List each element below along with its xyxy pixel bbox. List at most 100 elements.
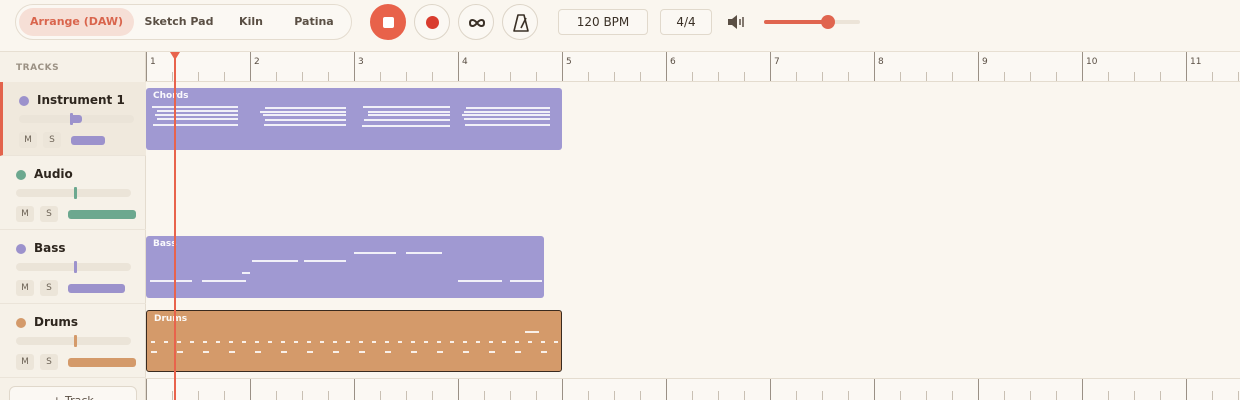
drum-hit: [151, 341, 155, 343]
beat-tick: [406, 72, 407, 81]
clip-name: Bass: [153, 239, 177, 249]
track-header[interactable]: Instrument 1 MS: [0, 82, 146, 156]
track-volume-meter[interactable]: [68, 210, 136, 219]
drum-hit: [502, 341, 506, 343]
track-name[interactable]: Bass: [34, 241, 66, 255]
record-button[interactable]: [414, 4, 450, 40]
midi-note: [362, 125, 450, 127]
pan-knob[interactable]: [73, 187, 77, 199]
beat-tick: [224, 72, 225, 81]
pan-slider[interactable]: [19, 113, 134, 125]
drum-hit: [164, 341, 168, 343]
volume-icon[interactable]: [726, 13, 748, 31]
midi-note: [252, 260, 298, 262]
drum-hit: [463, 341, 467, 343]
pan-knob[interactable]: [73, 335, 77, 347]
bar-tick: [250, 52, 251, 81]
track-header[interactable]: Bass M S: [0, 230, 146, 304]
mute-button[interactable]: M: [19, 132, 37, 148]
beat-tick: [796, 391, 797, 400]
beat-tick: [718, 72, 719, 81]
master-volume-slider[interactable]: [764, 15, 860, 29]
beat-tick: [380, 72, 381, 81]
arrange-lanes[interactable]: Chords Bass Drums: [146, 82, 1240, 400]
mute-button[interactable]: M: [16, 206, 34, 222]
track-name[interactable]: Instrument 1: [37, 93, 125, 107]
drum-hit: [372, 341, 376, 343]
midi-note: [150, 280, 192, 282]
beat-tick: [432, 72, 433, 81]
tab-kiln[interactable]: Kiln: [226, 8, 276, 36]
time-signature-display[interactable]: 4/4: [660, 9, 712, 35]
bar-number: 1: [150, 57, 156, 67]
stop-button[interactable]: [370, 4, 406, 40]
bar-number: 9: [982, 57, 988, 67]
mute-button[interactable]: M: [16, 354, 34, 370]
drum-hit: [216, 341, 220, 343]
beat-tick: [276, 391, 277, 400]
timeline-ruler[interactable]: 1 2 3 4 5 6 7 8 9 10 11: [146, 52, 1240, 82]
beat-tick: [614, 391, 615, 400]
clip-bass[interactable]: Bass: [146, 236, 545, 298]
pan-slider[interactable]: [16, 335, 131, 347]
bar-tick: [770, 379, 771, 400]
master-volume-knob[interactable]: [821, 15, 836, 29]
drum-hit: [281, 341, 285, 343]
tempo-display[interactable]: 120 BPM: [558, 9, 648, 35]
pan-slider[interactable]: [16, 261, 131, 273]
solo-button[interactable]: S: [43, 132, 61, 148]
clip-drums[interactable]: Drums: [146, 310, 562, 372]
playhead[interactable]: [174, 52, 177, 400]
midi-note: [368, 111, 450, 113]
solo-button[interactable]: S: [40, 354, 58, 370]
midi-note: [157, 110, 238, 112]
add-track-button[interactable]: + Track: [9, 386, 137, 400]
midi-note: [242, 272, 250, 274]
drum-hit: [359, 341, 363, 343]
clip-chords[interactable]: Chords: [146, 88, 562, 150]
metronome-button[interactable]: [502, 4, 538, 40]
bar-number: 10: [1086, 57, 1098, 67]
beat-tick: [900, 391, 901, 400]
pan-knob[interactable]: [73, 261, 77, 273]
drum-hit: [450, 341, 454, 343]
bar-tick: [978, 379, 979, 400]
bar-tick: [1082, 52, 1083, 81]
track-header[interactable]: Drums M S: [0, 304, 146, 378]
bar-number: 8: [878, 57, 884, 67]
track-name[interactable]: Audio: [34, 167, 73, 181]
bar-number: 6: [670, 57, 676, 67]
tab-arrange[interactable]: Arrange (DAW): [19, 8, 134, 36]
beat-tick: [1134, 391, 1135, 400]
pan-slider[interactable]: [16, 187, 131, 199]
tab-sketch-pad[interactable]: Sketch Pad: [140, 8, 218, 36]
beat-tick: [640, 72, 641, 81]
beat-tick: [484, 72, 485, 81]
drum-hit: [151, 351, 157, 353]
solo-button[interactable]: S: [40, 206, 58, 222]
bar-tick: [562, 52, 563, 81]
track-volume-meter[interactable]: [71, 136, 105, 145]
beat-tick: [380, 391, 381, 400]
track-volume-meter[interactable]: [68, 358, 136, 367]
pan-knob[interactable]: [69, 113, 73, 125]
tab-patina[interactable]: Patina: [282, 8, 346, 36]
track-name[interactable]: Drums: [34, 315, 78, 329]
bar-number: 2: [254, 57, 260, 67]
track-header[interactable]: Audio M S: [0, 156, 146, 230]
drum-hit: [255, 351, 261, 353]
beat-tick: [276, 72, 277, 81]
metronome-icon: [513, 14, 529, 32]
beat-tick: [900, 72, 901, 81]
beat-tick: [952, 391, 953, 400]
solo-button[interactable]: S: [40, 280, 58, 296]
midi-note: [260, 111, 346, 113]
midi-note: [304, 260, 346, 262]
bar-number: 5: [566, 57, 572, 67]
mute-button[interactable]: M: [16, 280, 34, 296]
loop-button[interactable]: [458, 4, 494, 40]
beat-tick: [692, 391, 693, 400]
track-color-dot: [16, 318, 26, 328]
track-volume-meter[interactable]: [68, 284, 126, 293]
drum-hit: [268, 341, 272, 343]
